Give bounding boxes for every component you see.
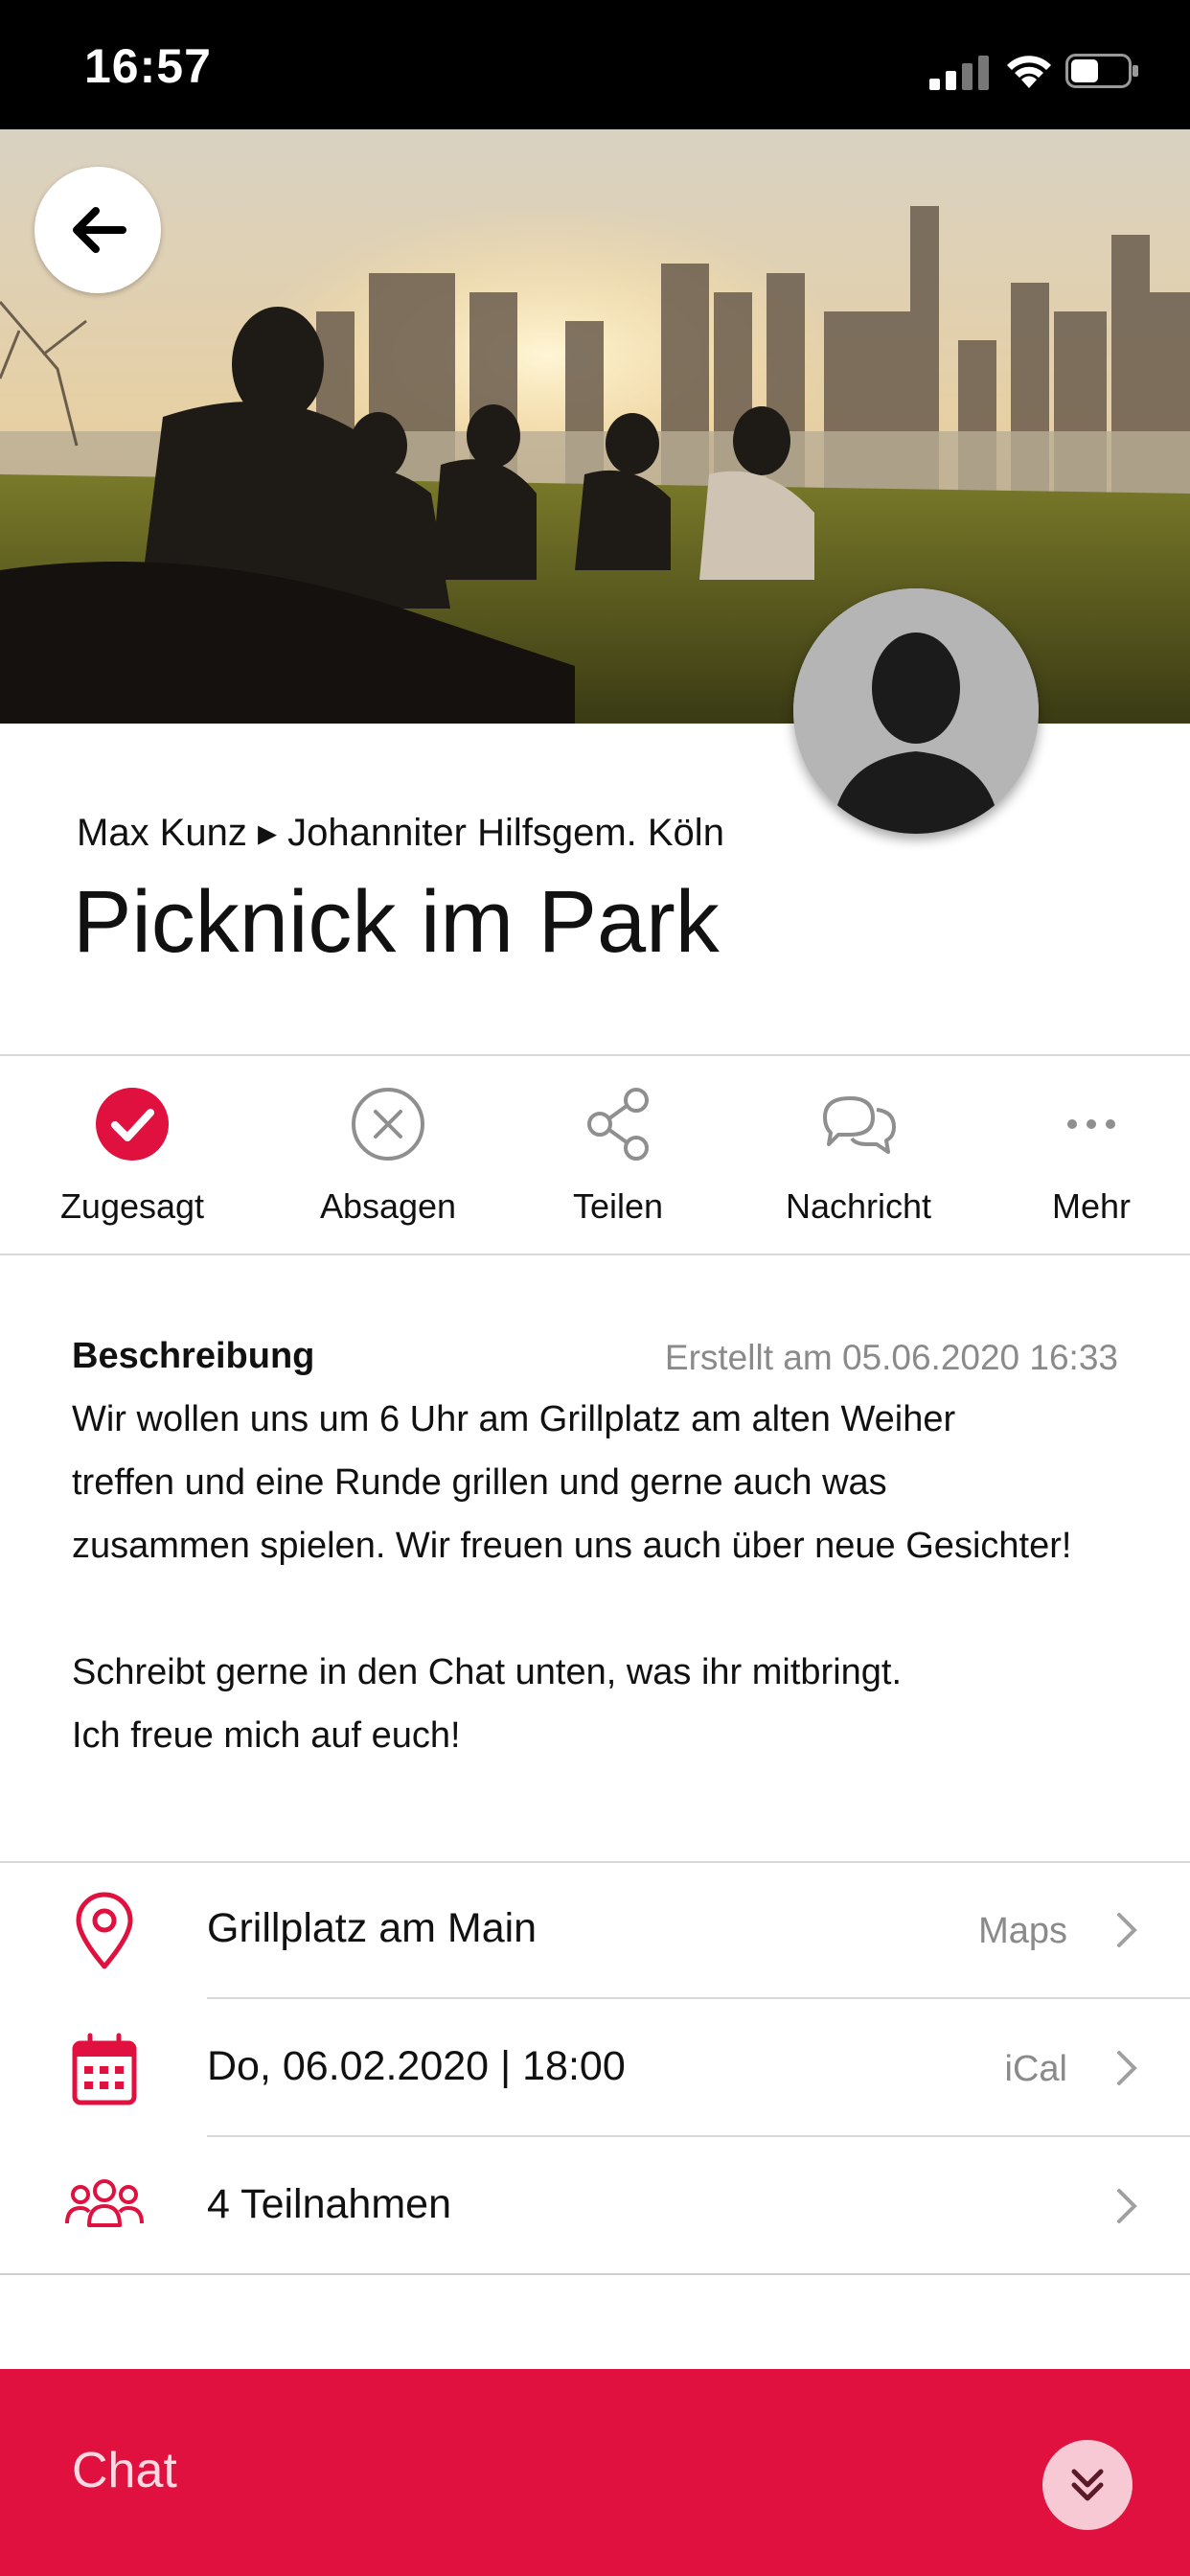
share-button[interactable]: Teilen — [513, 1083, 723, 1236]
chat-label: Chat — [72, 2443, 177, 2498]
date-text: Do, 06.02.2020 | 18:00 — [207, 2043, 626, 2089]
user-silhouette-icon — [793, 588, 1039, 834]
description-line: treffen und eine Runde grillen und gerne… — [72, 1462, 887, 1503]
chevron-right-icon — [1117, 2189, 1137, 2223]
participants-row[interactable] — [0, 2137, 1190, 2273]
breadcrumb[interactable]: Max Kunz ▸ Johanniter Hilfsgem. Köln — [77, 811, 724, 855]
participants-text: 4 Teilnahmen — [207, 2181, 451, 2227]
action-label-message: Nachricht — [785, 1186, 932, 1226]
description-line: Schreibt gerne in den Chat unten, was ih… — [72, 1652, 903, 1692]
created-timestamp: Erstellt am 05.06.2020 16:33 — [664, 1338, 1118, 1377]
more-button[interactable]: Mehr — [986, 1083, 1190, 1236]
ical-link[interactable]: iCal — [1005, 2049, 1067, 2090]
wifi-icon — [1007, 56, 1051, 88]
chevron-right-icon — [1117, 2051, 1137, 2085]
more-dots-icon — [1067, 1119, 1115, 1129]
back-button[interactable] — [34, 167, 161, 293]
maps-link[interactable]: Maps — [978, 1911, 1067, 1952]
chat-expand-button[interactable] — [1042, 2440, 1133, 2530]
message-button[interactable]: Nachricht — [753, 1083, 964, 1236]
divider — [0, 1254, 1190, 1255]
participants-icon — [65, 2179, 144, 2227]
battery-icon — [1065, 54, 1138, 88]
action-label-share: Teilen — [572, 1186, 664, 1226]
x-circle-icon — [352, 1088, 424, 1161]
chat-bar[interactable] — [0, 2369, 1190, 2576]
chat-bubbles-icon — [823, 1096, 896, 1154]
action-label-more: Mehr — [1051, 1186, 1132, 1226]
chevron-right-icon — [1117, 1913, 1137, 1947]
location-pin-icon — [76, 1892, 133, 1969]
check-circle-icon — [96, 1088, 169, 1161]
page-title: Picknick im Park — [73, 873, 720, 971]
double-chevron-down-icon — [1071, 2469, 1104, 2501]
avatar[interactable] — [793, 588, 1039, 834]
action-label-decline: Absagen — [319, 1186, 457, 1226]
cellular-signal-icon — [929, 56, 989, 90]
action-label-attend: Zugesagt — [59, 1186, 205, 1226]
location-text: Grillplatz am Main — [207, 1905, 538, 1951]
description-line: zusammen spielen. Wir freuen uns auch üb… — [72, 1526, 1072, 1566]
calendar-icon — [72, 2033, 137, 2105]
status-time: 16:57 — [84, 39, 212, 93]
arrow-left-icon — [73, 207, 126, 253]
description-line: Ich freue mich auf euch! — [72, 1715, 461, 1756]
divider — [0, 2273, 1190, 2275]
description-heading: Beschreibung — [72, 1336, 315, 1376]
decline-button[interactable]: Absagen — [283, 1083, 493, 1236]
description-line: Wir wollen uns um 6 Uhr am Grillplatz am… — [72, 1399, 956, 1439]
divider — [0, 1054, 1190, 1056]
share-icon — [587, 1088, 649, 1161]
attend-button[interactable]: Zugesagt — [27, 1083, 238, 1236]
